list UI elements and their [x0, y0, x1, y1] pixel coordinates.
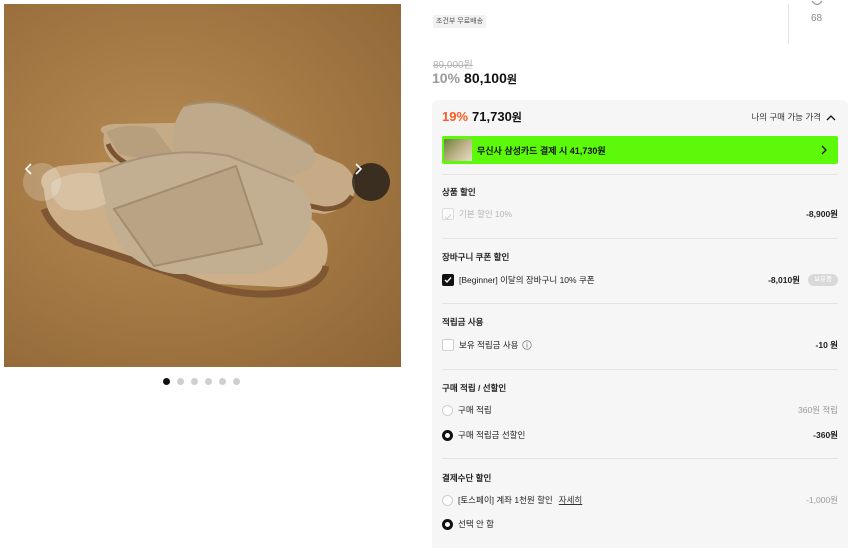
purchase-points-option[interactable]: 구매 적립 360원 적립	[442, 402, 838, 418]
points-row: 보유 적립금 사용 -10 원	[442, 337, 838, 353]
radio-selected[interactable]	[442, 429, 453, 441]
prev-image-button[interactable]	[23, 163, 61, 201]
section-title-purchase-points: 구매 적립 / 선할인	[442, 383, 507, 393]
best-price-row: 19% 71,730원	[442, 109, 522, 125]
cart-coupon-checkbox[interactable]	[442, 274, 454, 286]
cart-coupon-amount: -8,010원	[768, 275, 800, 285]
sandal-illustration	[40, 101, 356, 298]
pagination-dot[interactable]	[163, 378, 170, 385]
card-promo-banner[interactable]: 무신사 삼성카드 결제 시 41,730원	[442, 136, 838, 164]
pagination-dot[interactable]	[177, 378, 184, 385]
points-checkbox[interactable]	[442, 339, 454, 351]
benefit-panel: 19% 71,730원 나의 구매 가능 가격 무신사 삼성카드 결제 시 41…	[432, 100, 848, 548]
chevron-right-icon	[355, 163, 363, 175]
next-image-button[interactable]	[352, 163, 390, 201]
divider	[442, 458, 838, 459]
tosspay-label: [토스페이] 계좌 1천원 할인	[458, 495, 553, 505]
cart-coupon-row: [Beginner] 이달의 장바구니 10% 쿠폰 -8,010원 보유중	[442, 272, 838, 288]
promo-thumbnail	[444, 139, 472, 161]
no-selection-option[interactable]: 선택 안 함	[442, 516, 838, 532]
divider	[442, 369, 838, 370]
gallery-pagination	[163, 378, 240, 385]
pagination-dot[interactable]	[191, 378, 198, 385]
discount-percent: 10%	[432, 70, 461, 86]
pagination-dot[interactable]	[219, 378, 226, 385]
details-link[interactable]: 자세히	[559, 494, 582, 506]
divider	[442, 238, 838, 239]
best-price-value: 71,730	[472, 109, 512, 124]
heart-icon[interactable]	[811, 0, 823, 9]
pagination-dot[interactable]	[233, 378, 240, 385]
section-title-points: 적립금 사용	[442, 317, 484, 327]
best-discount-percent: 19%	[442, 109, 469, 124]
my-price-label: 나의 구매 가능 가격	[751, 112, 821, 122]
chevron-left-icon	[24, 163, 32, 175]
owned-badge: 보유중	[808, 274, 838, 286]
points-prediscount-label: 구매 적립금 선할인	[458, 430, 526, 440]
shipping-tag: 조건부 무료배송	[433, 15, 487, 28]
check-icon	[444, 277, 452, 284]
promo-text: 무신사 삼성카드 결제 시 41,730원	[477, 145, 606, 156]
divider	[442, 174, 838, 175]
points-prediscount-amount: -360원	[813, 430, 838, 440]
pagination-dot[interactable]	[205, 378, 212, 385]
sale-price: 80,100원	[464, 70, 517, 87]
info-icon[interactable]	[522, 340, 533, 350]
radio-unselected[interactable]	[442, 404, 453, 416]
checkbox-disabled	[442, 208, 454, 220]
product-image	[4, 4, 401, 367]
section-title-cart-coupon: 장바구니 쿠폰 할인	[442, 252, 510, 262]
product-discount-label: 기본 할인 10%	[459, 209, 513, 219]
section-title-product-discount: 상품 할인	[442, 187, 476, 197]
points-amount: -10 원	[815, 340, 838, 350]
currency-unit: 원	[506, 74, 517, 86]
purchase-points-label: 구매 적립	[458, 405, 492, 415]
radio-unselected[interactable]	[442, 494, 453, 506]
cart-coupon-label: [Beginner] 이달의 장바구니 10% 쿠폰	[459, 275, 595, 285]
divider	[442, 303, 838, 304]
original-price: 89,000원	[433, 60, 473, 71]
sale-price-row: 10% 80,100원	[432, 70, 517, 87]
sale-price-value: 80,100	[464, 70, 507, 86]
check-icon	[444, 214, 452, 220]
points-label: 보유 적립금 사용	[459, 340, 519, 350]
divider	[788, 4, 789, 44]
no-selection-label: 선택 안 함	[458, 519, 495, 529]
currency-unit: 원	[511, 112, 522, 124]
product-discount-amount: -8,900원	[806, 209, 838, 219]
radio-selected[interactable]	[442, 518, 453, 530]
best-price: 71,730원	[472, 109, 522, 125]
chevron-right-icon	[821, 145, 827, 155]
tosspay-amount: -1,000원	[806, 495, 838, 505]
product-discount-row: 기본 할인 10% -8,900원	[442, 206, 838, 222]
like-count: 68	[811, 13, 823, 24]
chevron-up-icon	[826, 114, 836, 120]
purchase-points-amount: 360원 적립	[797, 405, 838, 415]
section-title-payment: 결제수단 할인	[442, 473, 492, 483]
tosspay-option[interactable]: [토스페이] 계좌 1천원 할인 자세히 -1,000원	[442, 492, 838, 508]
my-price-toggle[interactable]: 나의 구매 가능 가격	[751, 111, 836, 123]
points-prediscount-option[interactable]: 구매 적립금 선할인 -360원	[442, 427, 838, 443]
